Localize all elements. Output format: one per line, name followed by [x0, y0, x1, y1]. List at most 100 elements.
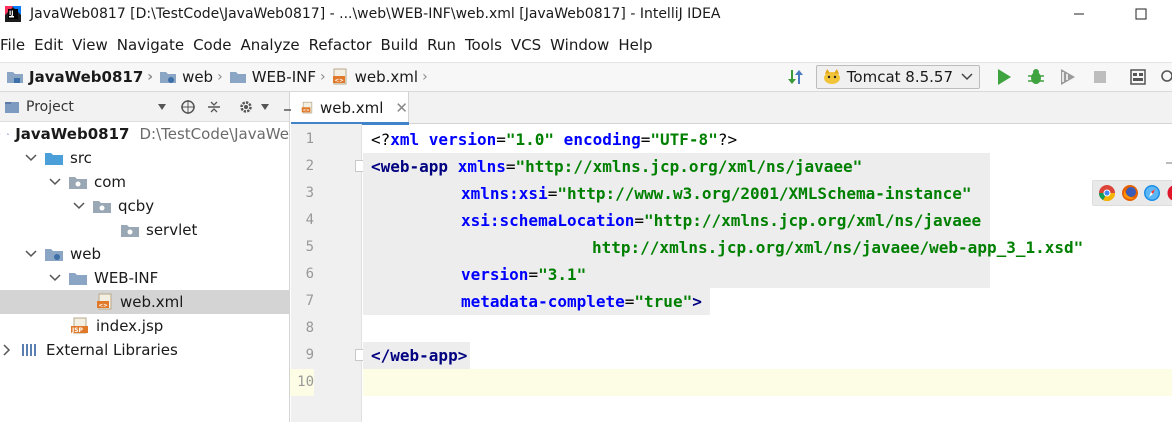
tree-item-label: index.jsp [96, 317, 164, 335]
minimize-icon [1074, 13, 1084, 15]
minimize-button[interactable] [1048, 0, 1110, 28]
stop-button[interactable] [1088, 65, 1112, 89]
menu-file[interactable]: File [0, 36, 31, 54]
chevron-right-icon: › [217, 69, 223, 85]
chevron-down-icon [0, 133, 2, 135]
project-view-dropdown[interactable] [150, 95, 174, 119]
firefox-icon[interactable] [1121, 184, 1139, 202]
window-title: JavaWeb0817 [D:\TestCode\JavaWeb0817] - … [30, 6, 721, 22]
code-token: "UTF-8" [650, 130, 718, 149]
tree-item-external-libraries[interactable]: External Libraries [0, 338, 289, 362]
debug-bug-icon [1028, 69, 1044, 84]
code-token: = [505, 157, 516, 176]
tree-item-qcby[interactable]: qcby [0, 194, 289, 218]
chevron-down-icon [961, 73, 973, 81]
code-token: encoding [554, 130, 641, 149]
safari-icon[interactable] [1143, 184, 1161, 202]
tree-item-web-xml[interactable]: <> web.xml [0, 290, 289, 314]
project-panel-header: Project [0, 92, 296, 122]
editor-tab-bar: <> web.xml ✕ [291, 92, 1172, 125]
menu-analyze[interactable]: Analyze [240, 36, 305, 54]
line-number: 1 [305, 131, 314, 147]
breadcrumb-project[interactable]: JavaWeb0817 › [6, 68, 153, 86]
code-token: <web-app [371, 157, 458, 176]
locate-file-button[interactable] [176, 95, 200, 119]
run-with-coverage-button[interactable] [1056, 65, 1080, 89]
close-icon[interactable]: ✕ [395, 99, 408, 117]
xml-file-icon: <> [332, 68, 347, 85]
menu-tools[interactable]: Tools [465, 36, 508, 54]
line-number: 10 [290, 369, 314, 396]
caret-down-icon [261, 104, 269, 110]
run-configuration-label: Tomcat 8.5.57 [846, 68, 953, 86]
code-token: "http://xmlns.jcp.org/xml/ns/javaee [644, 211, 982, 230]
tree-item-label: src [70, 149, 92, 167]
line-number: 3 [305, 185, 314, 201]
code-line-4: xsi:schemaLocation="http://xmlns.jcp.org… [461, 207, 981, 234]
tree-item-servlet[interactable]: servlet [0, 218, 289, 242]
code-line-6: version="3.1" [461, 261, 586, 288]
breadcrumb-file[interactable]: <> web.xml › [332, 68, 428, 86]
code-token: xml version [390, 130, 497, 149]
code-area[interactable]: <?xml version="1.0" encoding="UTF-8"?> <… [363, 124, 1172, 422]
folder-icon [69, 273, 87, 285]
module-folder-icon [7, 133, 10, 135]
coverage-icon [1061, 69, 1075, 85]
code-line-5: http://xmlns.jcp.org/xml/ns/javaee/web-a… [592, 234, 1083, 261]
menu-edit[interactable]: Edit [34, 36, 69, 54]
tree-item-path: D:\TestCode\JavaWe [139, 125, 289, 143]
menu-help[interactable]: Help [618, 36, 658, 54]
run-button[interactable] [992, 65, 1016, 89]
tree-item-project-root[interactable]: JavaWeb0817 D:\TestCode\JavaWe [0, 122, 289, 146]
tree-item-label: web [70, 245, 102, 263]
chrome-icon[interactable] [1098, 184, 1116, 202]
menu-code[interactable]: Code [193, 36, 237, 54]
panel-settings-button[interactable] [234, 95, 258, 119]
menu-vcs[interactable]: VCS [511, 36, 547, 54]
browser-preview-bar [1092, 180, 1172, 206]
chevron-right-icon: › [320, 69, 326, 85]
breadcrumb-web-inf[interactable]: WEB-INF › [229, 68, 326, 86]
menu-run[interactable]: Run [427, 36, 462, 54]
breadcrumb-web[interactable]: web › [159, 68, 223, 86]
svg-text:IJ: IJ [9, 10, 13, 17]
update-running-app-button[interactable] [784, 65, 808, 89]
code-token: = [640, 130, 651, 149]
gear-icon [240, 101, 252, 113]
tree-item-com[interactable]: com [0, 170, 289, 194]
tree-item-web-inf[interactable]: WEB-INF [0, 266, 289, 290]
code-token: http://xmlns.jcp.org/xml/ns/javaee/web-a… [592, 238, 1084, 257]
menu-navigate[interactable]: Navigate [117, 36, 190, 54]
folder-icon [229, 72, 246, 83]
code-token: = [496, 130, 506, 149]
collapse-icon [208, 101, 220, 113]
collapse-all-button[interactable] [202, 95, 226, 119]
intellij-logo-icon: IJ [5, 6, 21, 22]
caret-down-icon [158, 104, 166, 110]
tree-item-web[interactable]: web [0, 242, 289, 266]
project-structure-button[interactable] [1126, 65, 1150, 89]
menu-view[interactable]: View [72, 36, 114, 54]
menu-build[interactable]: Build [381, 36, 425, 54]
panel-settings-dropdown[interactable] [260, 95, 270, 119]
maximize-icon [1135, 8, 1147, 20]
menu-refactor[interactable]: Refactor [309, 36, 378, 54]
menu-window[interactable]: Window [550, 36, 615, 54]
tree-item-index-jsp[interactable]: JSP index.jsp [0, 314, 289, 338]
line-number: 6 [305, 266, 314, 282]
debug-button[interactable] [1024, 65, 1048, 89]
search-button[interactable] [1158, 65, 1172, 89]
scrollbar-marker[interactable] [1166, 162, 1172, 164]
code-token: = [547, 184, 558, 203]
breadcrumb-label: web.xml [354, 68, 419, 86]
line-number: 7 [305, 293, 314, 309]
editor-tab-web-xml[interactable]: <> web.xml ✕ [291, 92, 409, 125]
libraries-icon [22, 344, 36, 356]
opera-icon[interactable] [1166, 184, 1172, 202]
package-icon [69, 177, 87, 189]
run-configuration-select[interactable]: Tomcat 8.5.57 [815, 65, 980, 89]
tree-item-src[interactable]: src [0, 146, 289, 170]
maximize-button[interactable] [1110, 0, 1172, 28]
code-line-3: xmlns:xsi="http://www.w3.org/2001/XMLSch… [461, 180, 972, 207]
code-token: <? [371, 130, 391, 149]
